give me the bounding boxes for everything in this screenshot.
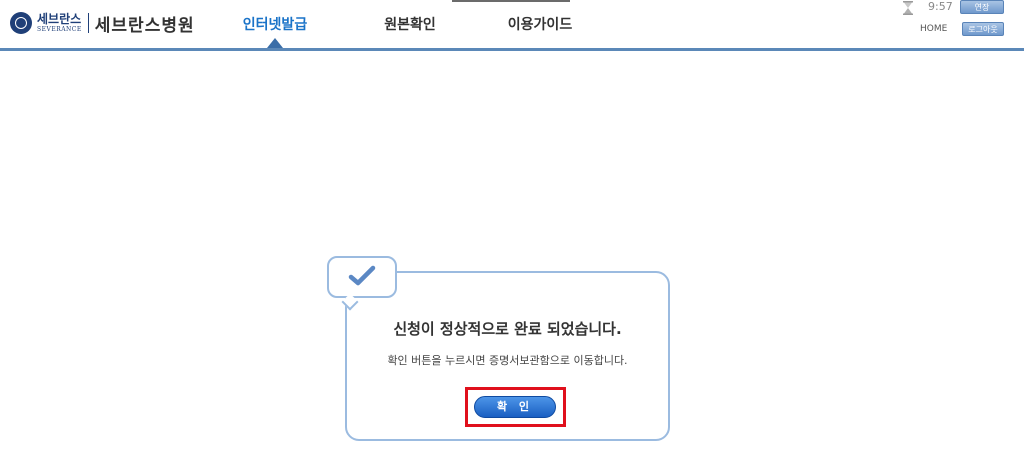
nav-original-check[interactable]: 원본확인 [345, 0, 475, 48]
confirm-button[interactable]: 확 인 [474, 396, 556, 418]
logo[interactable]: 세브란스 SEVERANCE 세브란스병원 [10, 8, 195, 38]
logo-small-ko: 세브란스 [37, 12, 82, 26]
extend-session-button[interactable]: 연장 [960, 0, 1004, 14]
logo-divider [87, 13, 89, 33]
dialog-title: 신청이 정상적으로 완료 되었습니다. [393, 320, 622, 338]
logo-title: 세브란스병원 [94, 15, 195, 36]
home-link[interactable]: HOME [920, 24, 947, 34]
nav-internet-issue[interactable]: 인터넷발급 [205, 0, 345, 48]
check-icon [348, 265, 376, 286]
logo-small: 세브란스 SEVERANCE [37, 13, 82, 33]
main-nav: 인터넷발급 원본확인 이용가이드 [205, 0, 605, 48]
logo-small-en: SEVERANCE [37, 26, 82, 33]
logo-emblem-icon [10, 12, 32, 34]
hourglass-icon [903, 1, 913, 15]
dialog-description: 확인 버튼을 누르시면 증명서보관함으로 이동합니다. [387, 354, 628, 367]
header: 세브란스 SEVERANCE 세브란스병원 인터넷발급 원본확인 이용가이드 9… [0, 0, 1024, 48]
session-time: 9:57 [928, 0, 953, 13]
nav-usage-guide[interactable]: 이용가이드 [475, 0, 605, 48]
header-divider [0, 48, 1024, 51]
logout-button[interactable]: 로그아웃 [962, 22, 1004, 36]
page: 세브란스 SEVERANCE 세브란스병원 인터넷발급 원본확인 이용가이드 9… [0, 0, 1024, 469]
